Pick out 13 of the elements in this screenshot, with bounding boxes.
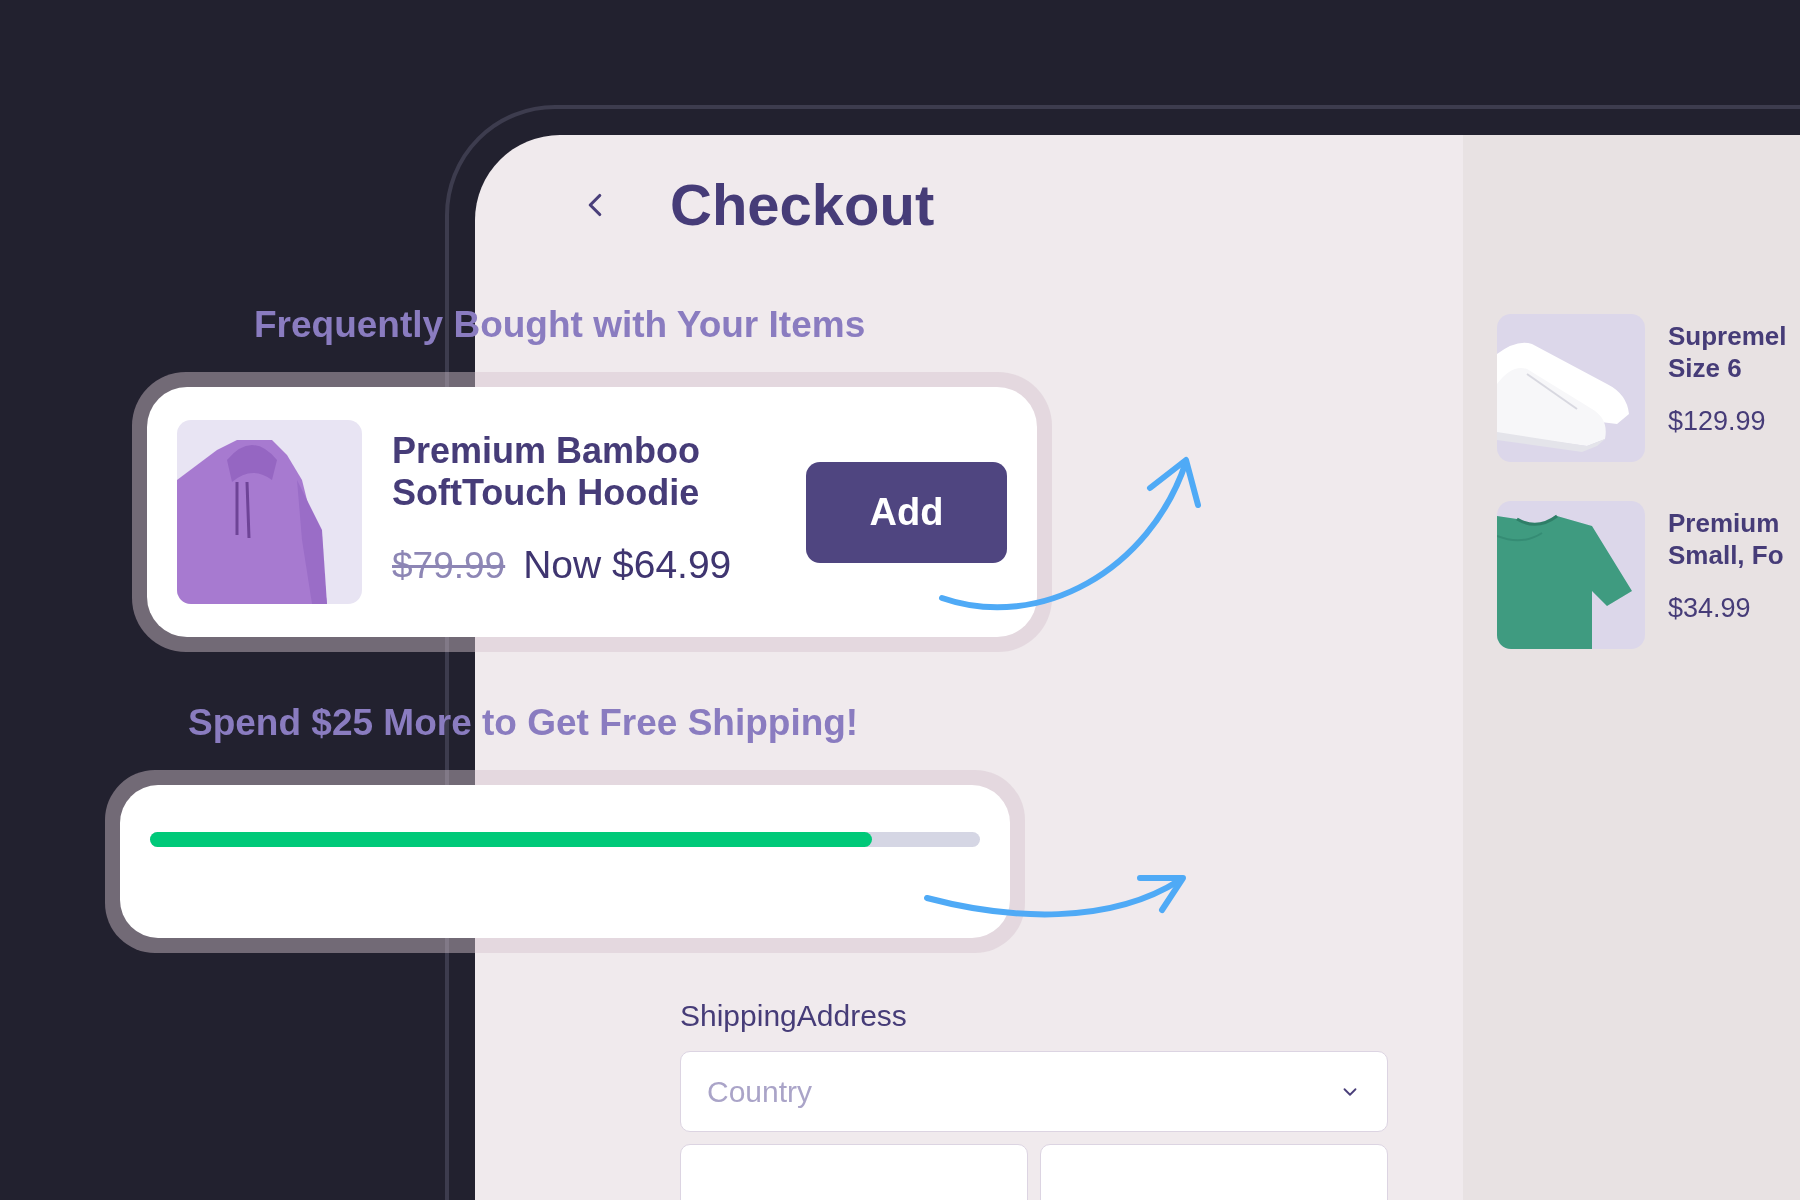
sale-price: Now $64.99 [523,541,732,588]
item-name: Premium Small, Fo [1668,507,1784,571]
section-label: ShippingAddress [680,998,907,1034]
input-field[interactable] [680,1144,1028,1200]
page-title: Checkout [670,173,935,237]
old-price: $79.99 [392,543,506,588]
product-name: Premium Bamboo SoftTouch Hoodie [392,429,702,514]
item-name: Supremel Size 6 [1668,320,1787,384]
add-button[interactable]: Add [806,461,1007,563]
section-heading: Spend $25 More to Get Free Shipping! [188,701,859,745]
item-price: $34.99 [1668,592,1752,625]
input-field[interactable] [1040,1144,1388,1200]
item-price: $129.99 [1668,405,1767,438]
